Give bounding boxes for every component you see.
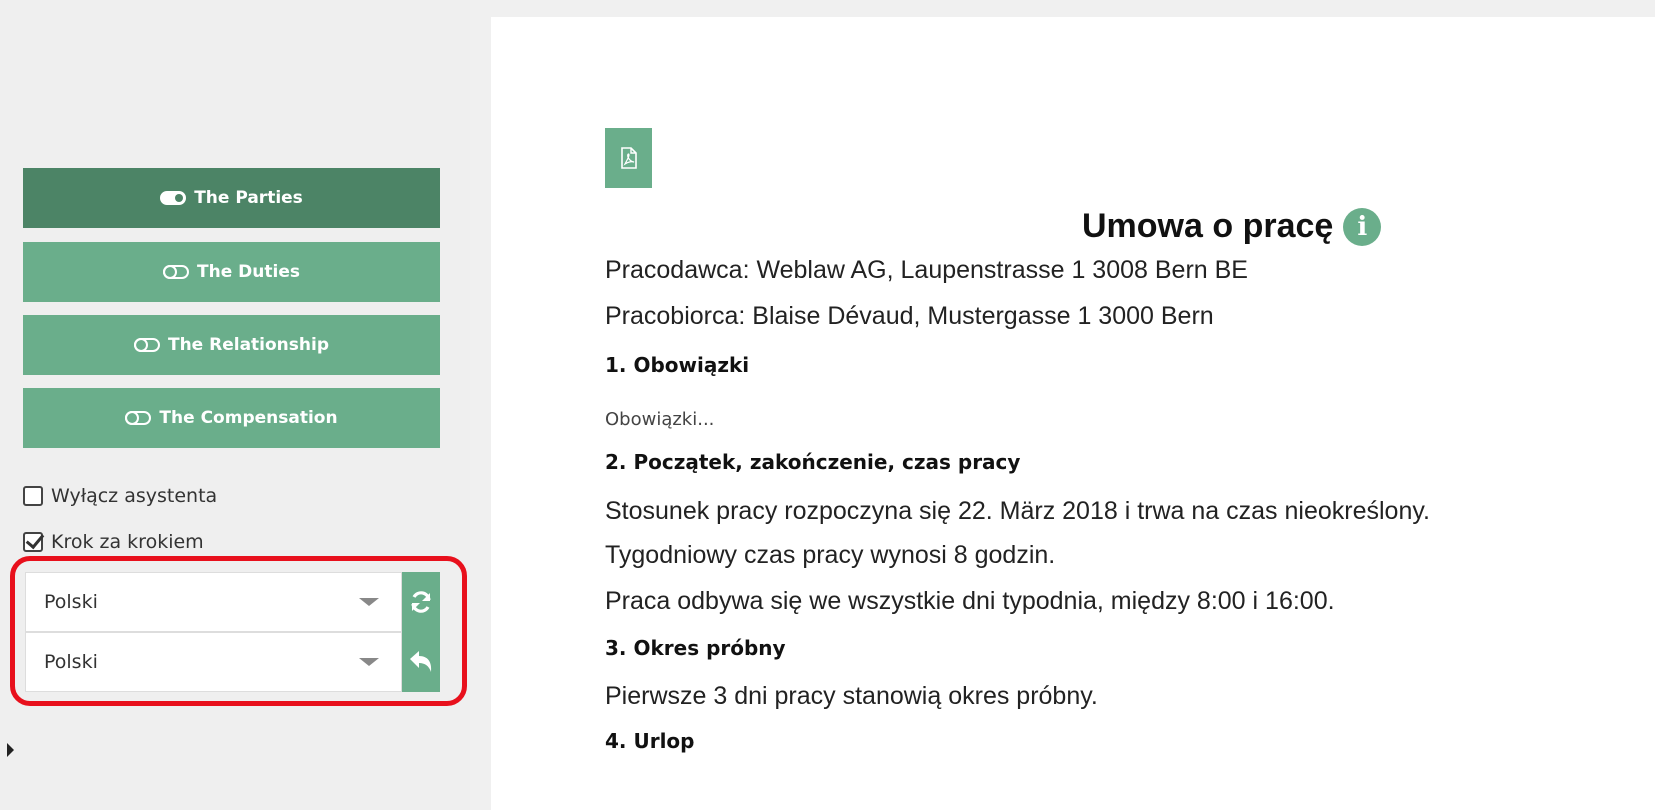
- section-text: Praca odbywa się we wszystkie dni typodn…: [605, 587, 1335, 615]
- section-text: Stosunek pracy rozpoczyna się 22. März 2…: [605, 497, 1430, 525]
- step-label: The Relationship: [167, 335, 330, 355]
- undo-button[interactable]: [402, 632, 440, 692]
- section-heading: 3. Okres próbny: [605, 636, 786, 660]
- sidebar: The Parties The Duties The Relationship …: [0, 0, 470, 810]
- step-by-step-option[interactable]: Krok za krokiem: [23, 531, 204, 553]
- refresh-icon: [411, 591, 431, 613]
- title-text: Umowa o pracę: [1082, 207, 1334, 245]
- step-button-the-parties[interactable]: The Parties: [23, 168, 440, 228]
- section-heading: 2. Początek, zakończenie, czas pracy: [605, 450, 1021, 474]
- toggle-on-icon: [160, 191, 187, 205]
- undo-icon: [410, 651, 432, 672]
- caret-right-icon[interactable]: [7, 743, 14, 757]
- employee-line: Pracobiorca: Blaise Dévaud, Mustergasse …: [605, 302, 1214, 330]
- pdf-export-button[interactable]: [605, 128, 652, 188]
- section-text: Pierwsze 3 dni pracy stanowią okres prób…: [605, 682, 1098, 710]
- sidebar-panel: The Parties The Duties The Relationship …: [0, 0, 455, 810]
- section-text: Obowiązki...: [605, 409, 715, 430]
- step-label: The Duties: [197, 262, 300, 282]
- refresh-button[interactable]: [402, 572, 440, 632]
- step-by-step-label: Krok za krokiem: [51, 531, 204, 553]
- disable-assistant-option[interactable]: Wyłącz asystenta: [23, 485, 217, 507]
- step-button-the-relationship[interactable]: The Relationship: [23, 315, 440, 375]
- interface-language-select[interactable]: Polski: [25, 632, 402, 692]
- step-button-the-compensation[interactable]: The Compensation: [23, 388, 440, 448]
- toggle-off-icon: [133, 338, 160, 352]
- disable-assistant-label: Wyłącz asystenta: [51, 485, 218, 507]
- pdf-file-icon: [620, 147, 637, 169]
- document-language-select[interactable]: Polski: [25, 572, 402, 632]
- employer-line: Pracodawca: Weblaw AG, Laupenstrasse 1 3…: [605, 256, 1248, 284]
- select-value: Polski: [44, 591, 98, 613]
- chevron-down-icon: [359, 598, 379, 606]
- step-by-step-checkbox[interactable]: [23, 532, 43, 552]
- disable-assistant-checkbox[interactable]: [23, 486, 43, 506]
- select-value: Polski: [44, 651, 98, 673]
- chevron-down-icon: [359, 658, 379, 666]
- step-button-the-duties[interactable]: The Duties: [23, 242, 440, 302]
- step-label: The Compensation: [159, 408, 338, 428]
- document-preview: Umowa o pracę i Pracodawca: Weblaw AG, L…: [491, 17, 1655, 810]
- section-text: Tygodniowy czas pracy wynosi 8 godzin.: [605, 541, 1056, 569]
- info-icon[interactable]: i: [1343, 207, 1382, 246]
- document-language-select-group: Polski: [25, 572, 440, 632]
- document-title: Umowa o pracę i: [1082, 207, 1382, 246]
- section-heading: 1. Obowiązki: [605, 353, 750, 377]
- interface-language-select-group: Polski: [25, 632, 440, 692]
- toggle-off-icon: [125, 411, 152, 425]
- section-heading: 4. Urlop: [605, 729, 695, 753]
- toggle-off-icon: [163, 265, 190, 279]
- step-label: The Parties: [194, 188, 303, 208]
